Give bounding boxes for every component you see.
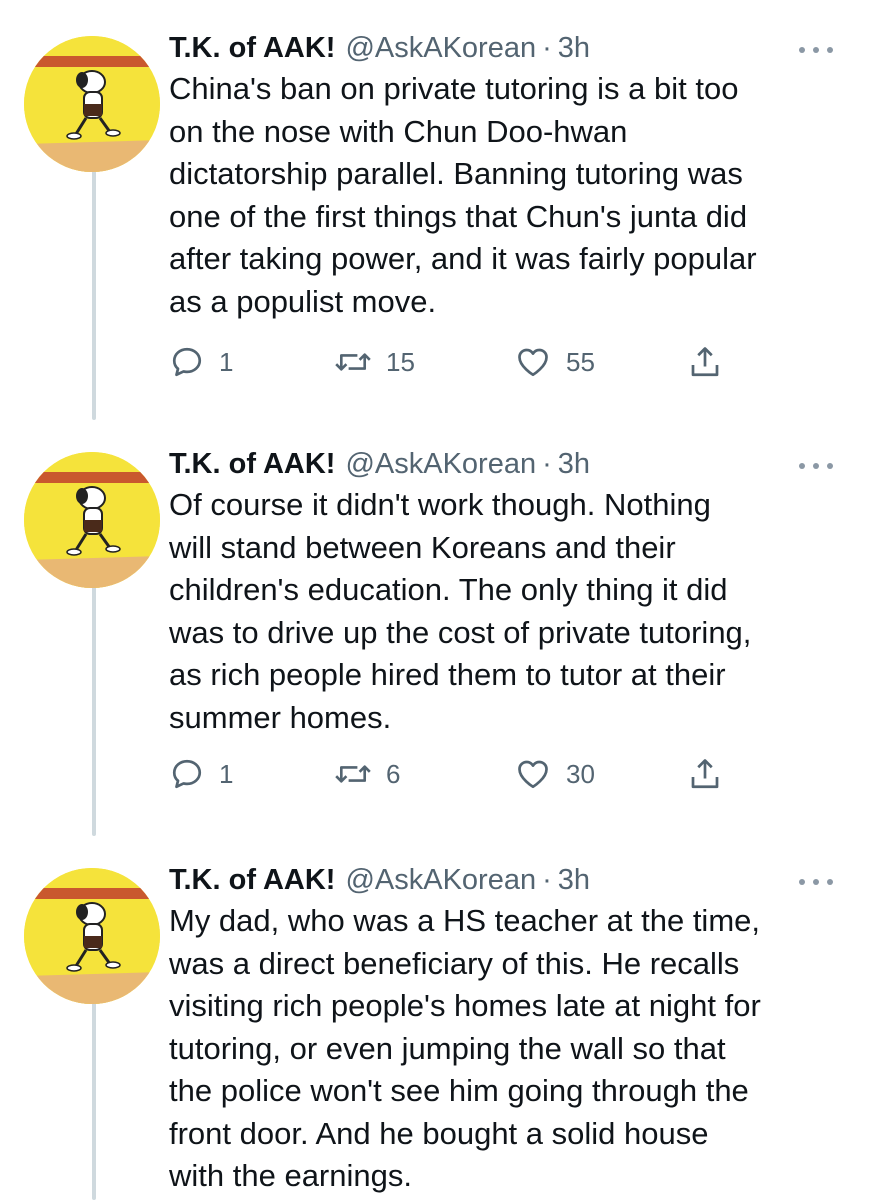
share-icon <box>691 347 719 377</box>
tweet-text-line: after taking power, and it was fairly po… <box>169 241 757 276</box>
more-icon[interactable] <box>799 40 833 60</box>
reply-icon <box>172 759 202 789</box>
tweet-text-line: front door. And he bought a solid house <box>169 1115 709 1151</box>
like-count: 55 <box>566 346 595 377</box>
tweet-text-line: was to drive up the cost of private tuto… <box>169 614 752 650</box>
heart-icon <box>518 348 548 377</box>
tweet-text-line: China's ban on private tutoring is a bit… <box>169 71 739 106</box>
tweet-text-line: visiting rich people's homes late at nig… <box>169 988 761 1023</box>
more-icon[interactable] <box>799 456 833 476</box>
share-button[interactable] <box>687 754 723 794</box>
tweet-text-line: the police won't see him going through t… <box>169 1073 749 1108</box>
tweet-text-line: with the earnings. <box>169 1158 412 1193</box>
tweet-header: T.K. of AAK! @AskAKorean · 3h <box>169 448 590 488</box>
tweet-text-line: as a populist move. <box>169 283 437 319</box>
reply-button[interactable]: 1 <box>169 342 233 382</box>
share-button[interactable] <box>687 342 723 382</box>
author-name[interactable]: T.K. of AAK! <box>169 448 335 481</box>
avatar[interactable] <box>24 452 160 588</box>
separator: · <box>542 32 552 64</box>
like-button[interactable]: 30 <box>514 754 595 794</box>
avatar[interactable] <box>24 36 160 172</box>
tweet-text-line: My dad, who was a HS teacher at the time… <box>169 903 760 938</box>
separator: · <box>542 448 552 480</box>
tweet-actions: 1 15 55 <box>169 342 749 382</box>
tweet-text-line: was a direct beneficiary of this. He rec… <box>169 945 740 981</box>
avatar[interactable] <box>24 868 160 1004</box>
author-name[interactable]: T.K. of AAK! <box>169 864 335 897</box>
separator: · <box>542 864 552 896</box>
author-name[interactable]: T.K. of AAK! <box>169 32 335 65</box>
tweet-text-line: summer homes. <box>169 699 392 735</box>
avatar-snoopy-image <box>24 868 160 1004</box>
tweet-actions: 1 6 30 <box>169 754 749 794</box>
author-handle[interactable]: @AskAKorean <box>345 32 536 65</box>
tweet-header: T.K. of AAK! @AskAKorean · 3h <box>169 32 590 72</box>
author-handle[interactable]: @AskAKorean <box>345 448 536 481</box>
timestamp[interactable]: 3h <box>558 32 590 65</box>
reply-button[interactable]: 1 <box>169 754 233 794</box>
like-button[interactable]: 55 <box>514 342 595 382</box>
retweet-icon <box>335 353 371 371</box>
timestamp[interactable]: 3h <box>558 448 590 481</box>
tweet[interactable]: T.K. of AAK! @AskAKorean · 3h My dad, wh… <box>0 864 871 1200</box>
tweet-text-line: children's education. The only thing it … <box>169 572 728 607</box>
retweet-count: 6 <box>386 758 401 789</box>
avatar-snoopy-image <box>24 36 160 172</box>
retweet-count: 15 <box>386 346 415 377</box>
tweet-text-line: dictatorship parallel. Banning tutoring … <box>169 156 743 191</box>
retweet-button[interactable]: 6 <box>334 754 400 794</box>
tweet-text-line: tutoring, or even jumping the wall so th… <box>169 1030 726 1066</box>
retweet-icon <box>335 765 371 783</box>
like-count: 30 <box>566 758 595 789</box>
share-icon <box>691 759 719 789</box>
tweet-text-line: will stand between Koreans and their <box>169 529 676 565</box>
tweet-text-line: on the nose with Chun Doo-hwan <box>169 113 628 149</box>
heart-icon <box>518 760 548 789</box>
tweet-text: Of course it didn't work though. Nothing… <box>169 484 849 739</box>
tweet[interactable]: T.K. of AAK! @AskAKorean · 3h China's ba… <box>0 32 871 412</box>
tweet-text-line: Of course it didn't work though. Nothing <box>169 487 711 522</box>
reply-count: 1 <box>219 758 234 789</box>
avatar-snoopy-image <box>24 452 160 588</box>
tweet-text-line: one of the first things that Chun's junt… <box>169 198 748 234</box>
more-icon[interactable] <box>799 872 833 892</box>
timestamp[interactable]: 3h <box>558 864 590 897</box>
reply-icon <box>172 347 202 377</box>
tweet[interactable]: T.K. of AAK! @AskAKorean · 3h Of course … <box>0 448 871 828</box>
tweet-text-line: as rich people hired them to tutor at th… <box>169 657 726 692</box>
reply-count: 1 <box>219 346 234 377</box>
retweet-button[interactable]: 15 <box>334 342 415 382</box>
tweet-header: T.K. of AAK! @AskAKorean · 3h <box>169 864 590 904</box>
tweet-text: China's ban on private tutoring is a bit… <box>169 68 849 323</box>
tweet-text: My dad, who was a HS teacher at the time… <box>169 900 849 1198</box>
author-handle[interactable]: @AskAKorean <box>345 864 536 897</box>
